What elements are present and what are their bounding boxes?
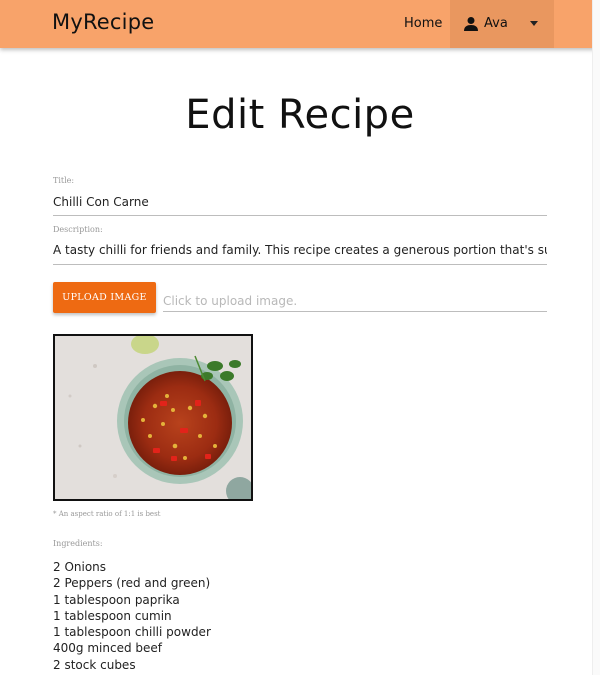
image-aspect-hint: * An aspect ratio of 1:1 is best: [53, 510, 161, 518]
ingredient-line: 1 tablespoon chilli powder: [53, 625, 211, 640]
user-name: Ava: [484, 16, 508, 31]
brand-logo[interactable]: MyRecipe: [52, 10, 154, 34]
recipe-image: [53, 334, 253, 501]
ingredient-line: 2 Peppers (red and green): [53, 576, 211, 591]
nav-home-link[interactable]: Home: [404, 16, 442, 31]
caret-down-icon: [530, 21, 538, 26]
title-underline: [53, 215, 547, 216]
navbar: MyRecipe Home Ava: [0, 0, 600, 48]
ingredient-line: 2 Onions: [53, 560, 107, 574]
page-title: Edit Recipe: [185, 92, 415, 138]
person-icon: [464, 17, 478, 31]
description-underline: [53, 264, 547, 265]
description-field[interactable]: A tasty chilli for friends and family. T…: [53, 243, 547, 257]
ingredients-label: Ingredients:: [53, 539, 103, 548]
upload-image-input[interactable]: [163, 290, 547, 312]
title-label: Title:: [53, 176, 75, 185]
upload-image-button[interactable]: UPLOAD IMAGE: [53, 282, 156, 313]
ingredient-line: 1 tablespoon paprika: [53, 592, 180, 607]
user-menu-button[interactable]: Ava: [450, 0, 554, 48]
ingredient-line: 1 tablespoon cumin: [53, 608, 172, 623]
ingredients-field[interactable]: 2 Onions 2 Peppers (red and green) 1 tab…: [53, 559, 211, 673]
chilli-bowl-image: [55, 336, 251, 499]
description-label: Description:: [53, 225, 103, 234]
title-field[interactable]: Chilli Con Carne: [53, 195, 547, 209]
ingredient-line: 400g minced beef: [53, 641, 162, 656]
ingredient-line: 2 stock cubes: [53, 657, 136, 672]
